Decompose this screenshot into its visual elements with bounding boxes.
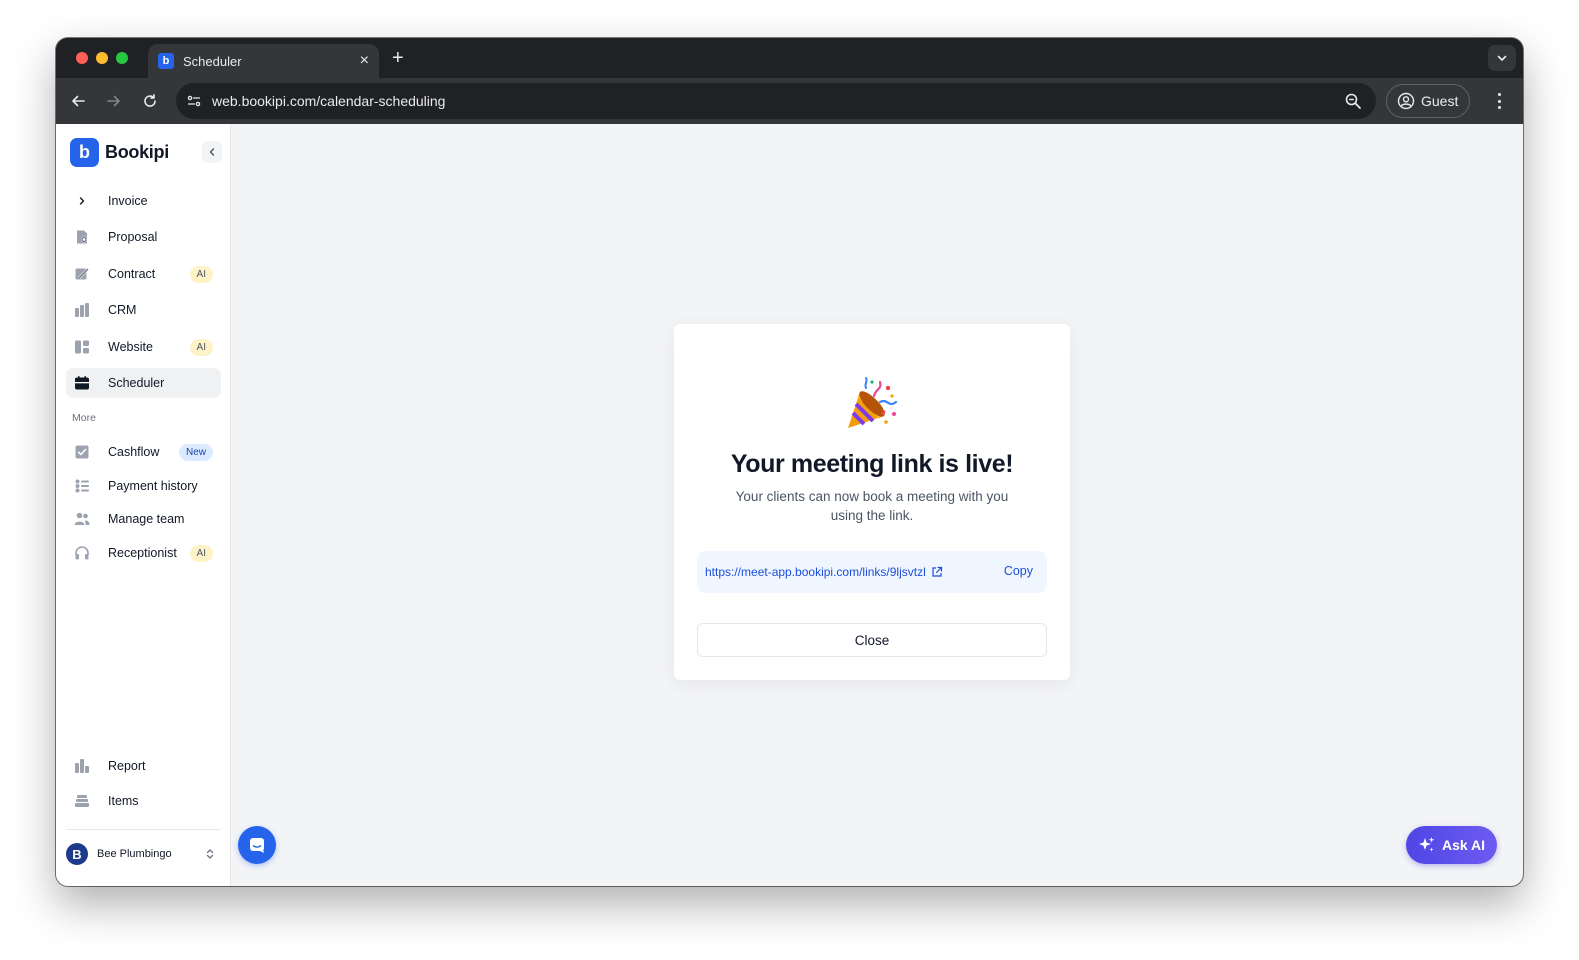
meeting-link-box: https://meet-app.bookipi.com/links/9ljsv… [697,551,1047,593]
sidebar-item-label: Receptionist [108,546,177,560]
page-content: b Bookipi Invoice Proposal Contract AI C… [56,124,1523,886]
bookipi-logo[interactable]: b Bookipi [70,138,169,167]
kebab-dot-icon [1497,106,1501,109]
sidebar-item-label: Manage team [108,512,185,526]
sidebar-item-label: Invoice [108,194,148,208]
browser-window: b Scheduler × + web.bookipi.com/calendar… [56,38,1523,886]
chevron-up-down-icon [206,849,214,859]
maximize-window-button[interactable] [116,52,128,64]
meeting-link[interactable]: https://meet-app.bookipi.com/links/9ljsv… [705,565,926,579]
user-switcher[interactable]: B Bee Plumbingo [66,839,221,869]
zoom-icon[interactable] [1344,92,1362,110]
profile-button[interactable]: Guest [1386,84,1470,118]
sidebar: b Bookipi Invoice Proposal Contract AI C… [56,124,231,886]
ai-badge: AI [189,266,213,283]
party-popper-icon [848,377,898,428]
bookipi-favicon-icon: b [158,53,174,69]
kebab-dot-icon [1497,99,1501,103]
sidebar-item-receptionist[interactable]: Receptionist AI [66,538,221,568]
chevron-down-icon [1497,55,1507,61]
browser-menu-button[interactable] [1489,91,1509,111]
meeting-link-modal: Your meeting link is live! Your clients … [674,324,1070,680]
reload-button[interactable] [138,89,162,113]
sparkle-icon [1418,837,1435,852]
collapse-sidebar-button[interactable] [202,141,222,163]
browser-tab[interactable]: b Scheduler × [148,44,379,78]
arrow-left-icon [72,95,85,107]
chat-icon [250,838,264,853]
chevron-left-icon [209,148,215,156]
proposal-icon [74,229,90,245]
more-section-label: More [72,412,96,424]
new-badge: New [178,444,213,461]
team-icon [74,511,90,527]
new-tab-icon[interactable]: + [392,47,404,69]
minimize-window-button[interactable] [96,52,108,64]
modal-subtitle: Your clients can now book a meeting with… [735,489,1009,523]
reload-icon [144,94,156,107]
sidebar-item-website[interactable]: Website AI [66,332,221,362]
sidebar-item-items[interactable]: Items [66,786,221,816]
tab-close-icon[interactable]: × [360,53,369,69]
forward-button[interactable] [102,89,126,113]
ask-ai-label: Ask AI [1441,837,1486,853]
sidebar-item-cashflow[interactable]: Cashflow New [66,437,221,467]
sidebar-item-label: Contract [108,267,156,281]
sidebar-item-label: Scheduler [108,376,165,390]
report-icon [74,758,90,774]
sidebar-item-invoice[interactable]: Invoice [66,186,221,216]
sidebar-item-report[interactable]: Report [66,751,221,781]
contract-icon [74,266,90,282]
tab-title: Scheduler [183,53,242,69]
sidebar-item-label: Payment history [108,479,198,493]
calendar-icon [74,375,90,391]
kebab-dot-icon [1497,93,1501,96]
copy-link-button[interactable]: Copy [1004,564,1033,578]
url-text: web.bookipi.com/calendar-scheduling [212,93,446,109]
sidebar-item-payment-history[interactable]: Payment history [66,471,221,501]
user-name: Bee Plumbingo [97,848,172,860]
payment-history-icon [74,478,90,494]
sidebar-item-label: Cashflow [108,445,160,459]
sidebar-item-proposal[interactable]: Proposal [66,222,221,252]
chevron-right-icon [74,193,90,209]
sidebar-item-contract[interactable]: Contract AI [66,259,221,289]
sidebar-item-label: Website [108,340,153,354]
tab-strip: b Scheduler × + [56,38,1523,78]
sidebar-item-scheduler[interactable]: Scheduler [66,368,221,398]
sidebar-item-label: Items [108,794,139,808]
sidebar-item-crm[interactable]: CRM [66,295,221,325]
modal-title: Your meeting link is live! [730,450,1014,478]
browser-toolbar: web.bookipi.com/calendar-scheduling Gues… [56,78,1523,124]
ai-badge: AI [189,545,213,562]
back-button[interactable] [66,89,90,113]
headphones-icon [74,545,90,561]
arrow-right-icon [107,95,120,107]
ai-badge: AI [189,339,213,356]
cashflow-icon [74,444,90,460]
address-bar[interactable]: web.bookipi.com/calendar-scheduling [176,83,1376,119]
ask-ai-button[interactable]: Ask AI [1406,826,1497,864]
sidebar-item-manage-team[interactable]: Manage team [66,504,221,534]
sidebar-item-label: Proposal [108,230,158,244]
external-link-icon[interactable] [931,566,943,578]
bookipi-logo-icon: b [70,138,99,167]
close-button[interactable]: Close [697,623,1047,657]
website-icon [74,339,90,355]
profile-label: Guest [1421,93,1459,109]
sidebar-item-label: Report [108,759,146,773]
crm-icon [74,302,90,318]
tab-search-button[interactable] [1488,45,1516,71]
avatar: B [66,843,88,865]
close-window-button[interactable] [76,52,88,64]
site-info-icon[interactable] [181,88,207,114]
items-icon [74,793,90,809]
account-circle-icon [1397,92,1415,110]
chat-support-button[interactable] [238,826,276,864]
brand-name: Bookipi [105,142,169,162]
divider [66,829,221,830]
sidebar-item-label: CRM [108,303,137,317]
